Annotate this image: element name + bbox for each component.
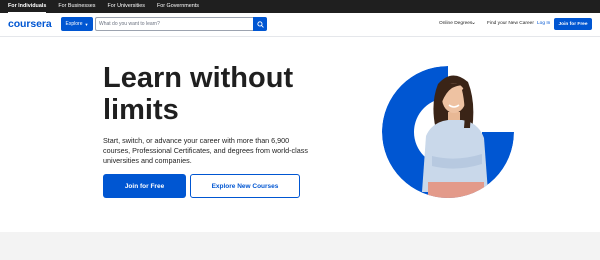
search-button[interactable] bbox=[253, 17, 267, 31]
section-divider-band bbox=[0, 232, 600, 260]
site-header: coursera Explore ▼ Online Degrees ⌄ Find… bbox=[0, 13, 600, 37]
audience-link-governments[interactable]: For Governments bbox=[157, 0, 199, 13]
login-link[interactable]: Log In bbox=[537, 21, 550, 26]
audience-link-businesses[interactable]: For Businesses bbox=[58, 0, 95, 13]
chevron-down-icon[interactable]: ⌄ bbox=[471, 19, 476, 26]
join-free-header-button[interactable]: Join for Free bbox=[554, 18, 592, 30]
nav-online-degrees[interactable]: Online Degrees bbox=[439, 21, 472, 26]
explore-button[interactable]: Explore ▼ bbox=[61, 17, 93, 31]
explore-label: Explore bbox=[65, 21, 83, 27]
audience-link-universities[interactable]: For Universities bbox=[108, 0, 145, 13]
nav-find-career[interactable]: Find your New Career bbox=[487, 21, 534, 26]
hero-title-line-2: limits bbox=[103, 94, 179, 126]
search-input[interactable] bbox=[95, 17, 254, 31]
coursera-logo[interactable]: coursera bbox=[8, 18, 52, 30]
join-free-button[interactable]: Join for Free bbox=[103, 174, 186, 198]
hero-title-line-1: Learn without bbox=[103, 62, 294, 94]
chevron-down-icon: ▼ bbox=[84, 21, 89, 27]
hero-illustration bbox=[382, 66, 514, 198]
audience-link-individuals[interactable]: For Individuals bbox=[8, 0, 47, 13]
explore-courses-button[interactable]: Explore New Courses bbox=[190, 174, 300, 198]
hero-subtitle: Start, switch, or advance your career wi… bbox=[103, 136, 308, 165]
hero-title: Learn without limits bbox=[103, 62, 323, 126]
search-icon bbox=[256, 20, 264, 28]
audience-nav: For Individuals For Businesses For Unive… bbox=[0, 0, 600, 13]
